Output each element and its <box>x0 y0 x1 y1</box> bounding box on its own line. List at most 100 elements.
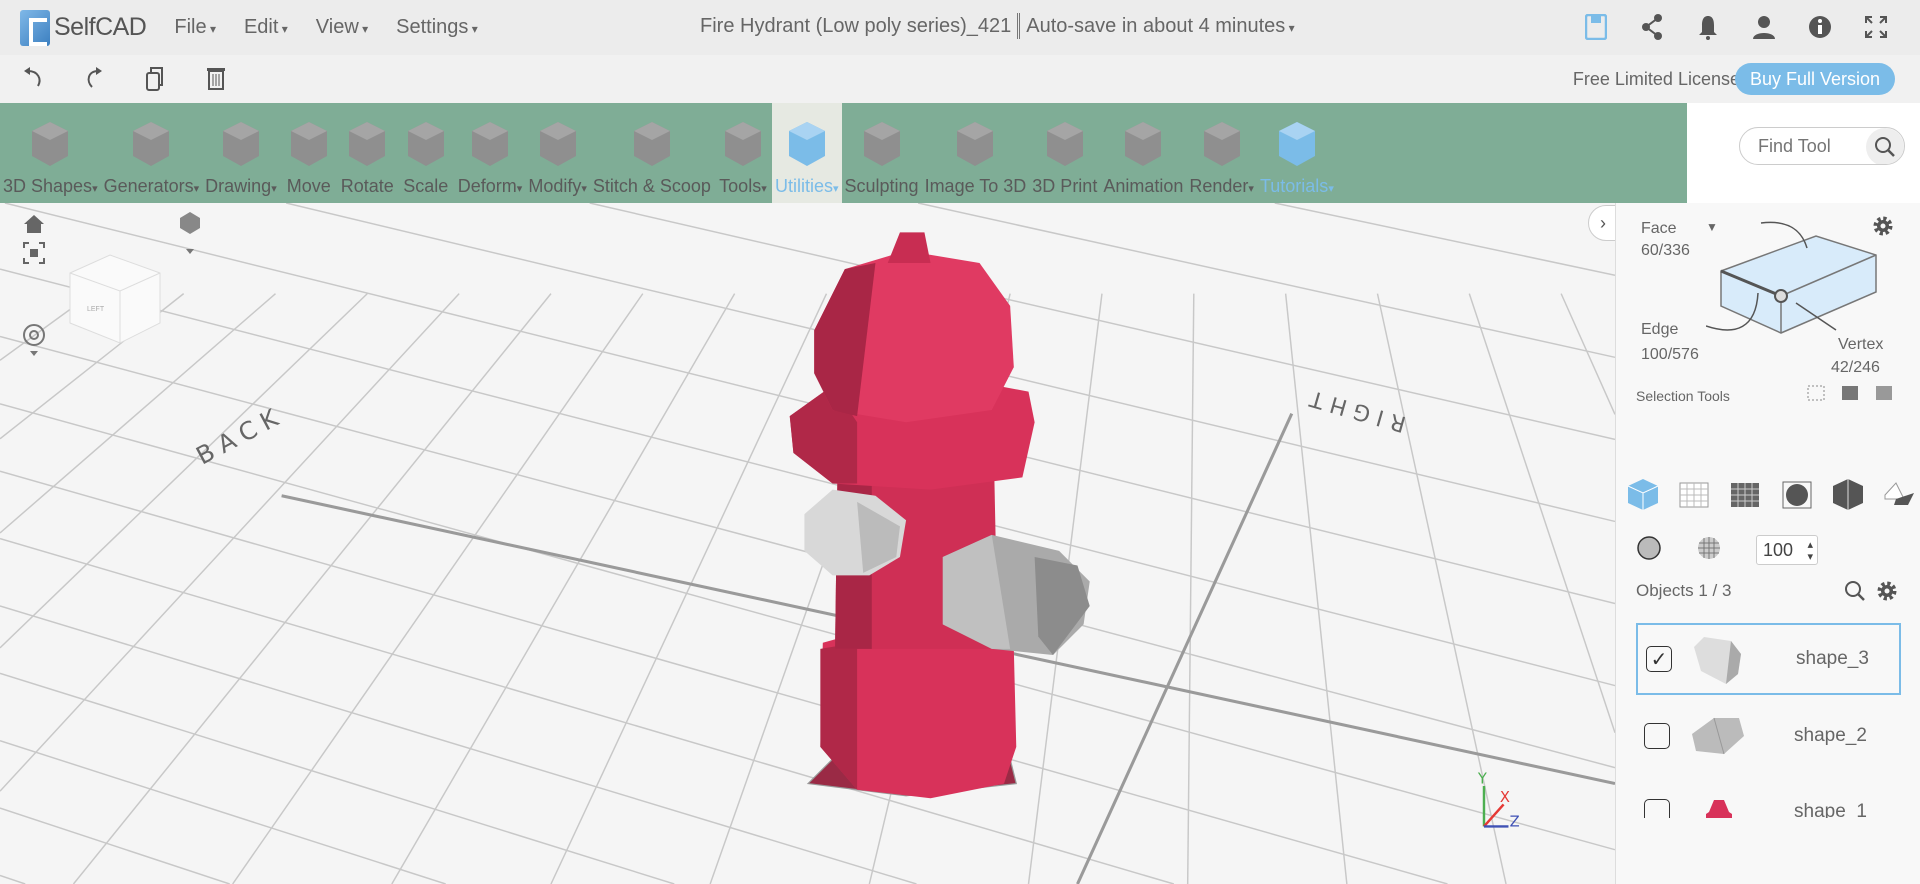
view-projection-icon[interactable] <box>175 209 205 259</box>
document-title[interactable]: Fire Hydrant (Low poly series)_421 <box>700 15 1011 38</box>
save-icon[interactable] <box>1582 12 1610 42</box>
find-tool-input[interactable] <box>1758 128 1878 164</box>
search-icon[interactable] <box>1866 128 1904 164</box>
copy-icon[interactable] <box>142 65 170 93</box>
fullscreen-icon[interactable] <box>1862 12 1890 42</box>
find-tool-search[interactable] <box>1739 127 1905 165</box>
grid-line <box>1560 293 1615 415</box>
objects-settings-gear-icon[interactable] <box>1876 580 1898 602</box>
tool-tools[interactable]: Tools <box>714 103 772 203</box>
tool-sculpting[interactable]: Sculpting <box>842 103 922 203</box>
search-objects-icon[interactable] <box>1844 580 1866 602</box>
zoom-fit-icon[interactable] <box>22 241 46 265</box>
logo-icon <box>20 9 50 46</box>
tool-3d-shapes[interactable]: 3D Shapes <box>0 103 101 203</box>
bell-icon[interactable] <box>1694 12 1722 42</box>
brush-circle-icon[interactable] <box>1636 535 1662 561</box>
tool-scale[interactable]: Scale <box>397 103 455 203</box>
tool-label: 3D Shapes <box>3 176 98 197</box>
tool-rotate[interactable]: Rotate <box>338 103 397 203</box>
menu-file[interactable]: File <box>174 16 216 39</box>
tool-image-to-3d[interactable]: Image To 3D <box>922 103 1030 203</box>
autosave-status[interactable]: Auto-save in about 4 minutes <box>1026 15 1294 38</box>
tool-utilities[interactable]: Utilities <box>771 103 842 203</box>
info-icon[interactable] <box>1806 12 1834 42</box>
sculpting-icon <box>863 122 900 166</box>
select-object-icon[interactable] <box>1626 477 1660 511</box>
menu-edit[interactable]: Edit <box>244 16 288 39</box>
menu-view[interactable]: View <box>316 16 368 39</box>
deform-icon <box>472 122 509 166</box>
divider <box>1017 13 1021 39</box>
menu-settings[interactable]: Settings <box>396 16 478 39</box>
edge-label[interactable]: Edge <box>1641 321 1678 339</box>
select-faces-grid-icon[interactable] <box>1677 477 1711 511</box>
stitch-scoop-icon <box>633 122 670 166</box>
tool-label: Tutorials <box>1260 176 1334 197</box>
generators-icon <box>133 122 170 166</box>
select-solid-grid-icon[interactable] <box>1728 477 1762 511</box>
selfcad-logo[interactable]: SelfCAD <box>20 9 147 46</box>
select-inside-icon[interactable] <box>1780 477 1814 511</box>
undo-icon[interactable] <box>20 65 48 93</box>
select-plane-icon[interactable] <box>1882 477 1916 511</box>
brush-sphere-icon[interactable] <box>1696 535 1722 561</box>
list-item-object[interactable]: shape_2 <box>1636 700 1901 772</box>
3d-viewport[interactable]: BACK RIGHT Y X Z LEFT <box>0 203 1615 884</box>
tool-3d-print[interactable]: 3D Print <box>1029 103 1100 203</box>
grid-line <box>0 293 460 792</box>
vertex-count: 42/246 <box>1831 359 1880 376</box>
face-label[interactable]: Face <box>1641 220 1677 238</box>
grid-line <box>391 293 736 884</box>
object-name: shape_3 <box>1796 648 1869 669</box>
view-cube[interactable]: LEFT <box>65 243 175 353</box>
axis-y-label: Y <box>1477 771 1487 788</box>
home-icon[interactable] <box>22 213 46 235</box>
grid-line <box>1376 293 1507 884</box>
object-checkbox[interactable]: ✓ <box>1646 646 1672 672</box>
object-checkbox[interactable] <box>1644 723 1670 749</box>
redo-icon[interactable] <box>80 65 108 93</box>
selection-mode-cube[interactable] <box>1706 218 1896 348</box>
tool-label: Scale <box>403 176 449 196</box>
vertex-label[interactable]: Vertex <box>1838 336 1883 354</box>
object-name: shape_1 <box>1794 801 1867 818</box>
tools-icon <box>724 122 761 166</box>
object-thumbnail <box>1706 800 1732 818</box>
list-item-object[interactable]: shape_1 <box>1636 776 1901 818</box>
tool-deform[interactable]: Deform <box>455 103 526 203</box>
tool-modify[interactable]: Modify <box>525 103 590 203</box>
collapse-panel-button[interactable]: › <box>1588 205 1618 241</box>
selection-tools-row <box>1626 477 1916 511</box>
tool-drawing[interactable]: Drawing <box>202 103 280 203</box>
select-half-icon[interactable] <box>1831 477 1865 511</box>
tool-move[interactable]: Move <box>280 103 338 203</box>
tool-label: Image To 3D <box>924 176 1027 196</box>
share-icon[interactable] <box>1638 12 1666 42</box>
orbit-icon[interactable] <box>20 323 48 359</box>
selection-tools-label: Selection Tools <box>1636 388 1730 404</box>
grid-line <box>1186 293 1195 884</box>
list-item-object[interactable]: ✓ shape_3 <box>1636 623 1901 695</box>
grid-line <box>0 874 26 884</box>
buy-full-version-button[interactable]: Buy Full Version <box>1734 63 1895 95</box>
tool-render[interactable]: Render <box>1186 103 1257 203</box>
scene[interactable]: BACK RIGHT Y X Z <box>0 203 1615 884</box>
grid-line <box>0 739 446 884</box>
render-icon <box>1203 122 1240 166</box>
right-label: RIGHT <box>1300 383 1408 436</box>
grid-line <box>1284 293 1348 884</box>
delete-icon[interactable] <box>202 65 230 93</box>
grid-line <box>589 203 1615 441</box>
3d-shapes-icon <box>32 122 69 166</box>
tool-tutorials[interactable]: Tutorials <box>1257 103 1337 203</box>
brush-size-stepper[interactable]: 100 <box>1756 535 1818 565</box>
tool-label: 3D Print <box>1032 176 1098 196</box>
selection-options-icons[interactable] <box>1806 383 1896 405</box>
tool-generators[interactable]: Generators <box>101 103 203 203</box>
tool-label: Stitch & Scoop <box>592 176 711 196</box>
tool-animation[interactable]: Animation <box>1100 103 1186 203</box>
tool-stitch-scoop[interactable]: Stitch & Scoop <box>590 103 714 203</box>
object-checkbox[interactable] <box>1644 799 1670 818</box>
user-icon[interactable] <box>1750 12 1778 42</box>
